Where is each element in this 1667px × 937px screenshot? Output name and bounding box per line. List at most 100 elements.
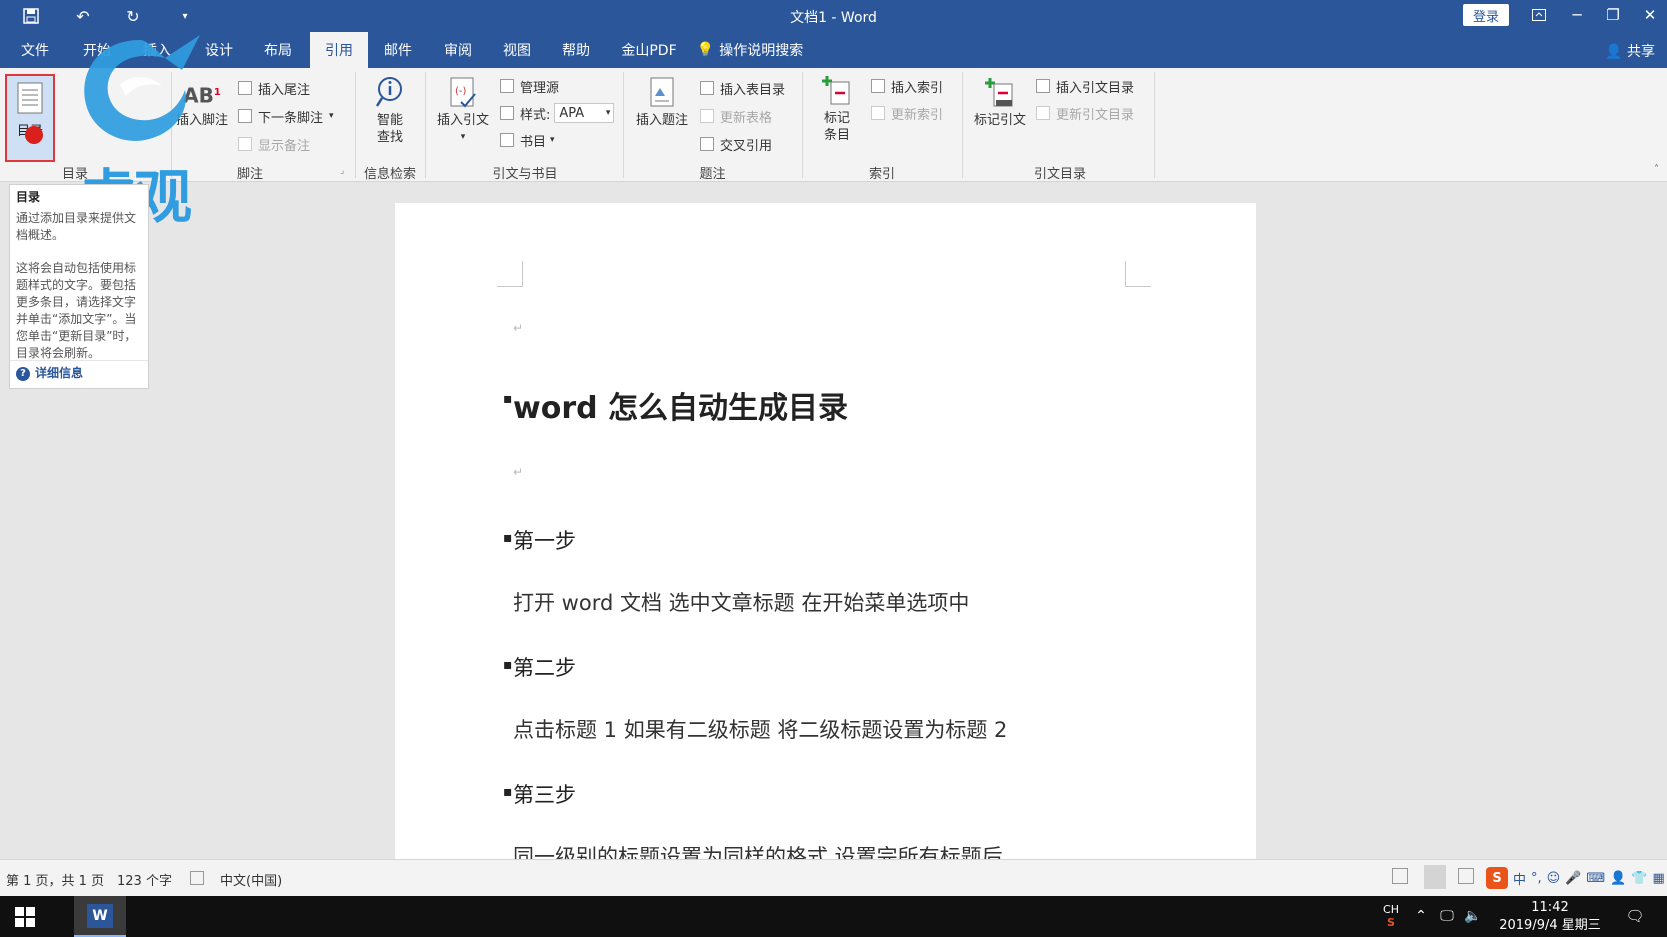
bibliography-button[interactable]: 书目 ▾: [500, 129, 555, 151]
login-button[interactable]: 登录: [1463, 4, 1509, 26]
windows-start-icon[interactable]: [8, 904, 42, 930]
tab-kingsoft-pdf[interactable]: 金山PDF: [615, 32, 683, 68]
group-label-index: 索引: [868, 167, 895, 182]
update-table-button[interactable]: 更新表格: [700, 105, 772, 127]
system-clock[interactable]: 11:42 2019/9/4 星期三: [1490, 899, 1610, 935]
cross-reference-button[interactable]: 交叉引用: [700, 133, 772, 155]
tell-me-label: 操作说明搜索: [719, 43, 804, 59]
status-bar: 第 1 页，共 1 页 123 个字 中文(中国) S 中 °, ☺ 🎤 ⌨ 👤…: [0, 859, 1667, 896]
user-icon: 👤: [1610, 870, 1627, 886]
close-icon[interactable]: ✕: [1634, 3, 1666, 27]
keyboard-icon: ⌨: [1586, 870, 1606, 886]
tab-mailings[interactable]: 邮件: [373, 32, 423, 68]
insert-caption-icon: [650, 77, 674, 107]
mark-citation-icon: [985, 78, 1013, 107]
window-title: 文档1 - Word: [790, 10, 877, 26]
insert-table-of-authorities-button[interactable]: 插入引文目录: [1036, 75, 1134, 97]
insert-citation-button[interactable]: (-) 插入引文 ▾: [433, 76, 493, 146]
show-hidden-icons-icon[interactable]: ⌃: [1410, 904, 1432, 928]
tooltip-more-label: 详细信息: [35, 366, 84, 380]
web-layout-icon[interactable]: [1458, 868, 1474, 884]
show-notes-button[interactable]: 显示备注: [238, 133, 310, 155]
language[interactable]: 中文(中国): [220, 870, 282, 889]
update-index-button[interactable]: 更新索引: [871, 102, 943, 124]
separator: [1154, 72, 1155, 178]
restore-icon[interactable]: ❐: [1597, 3, 1629, 27]
person-icon: 👤: [1605, 44, 1623, 60]
tell-me-search[interactable]: 💡 操作说明搜索: [695, 32, 805, 68]
mark-entry-button[interactable]: 标记 条目: [812, 74, 862, 144]
empty-paragraph-mark: ↵: [513, 321, 524, 335]
insert-index-icon: [871, 79, 885, 93]
volume-icon[interactable]: 🔈: [1462, 904, 1484, 928]
cross-reference-label: 交叉引用: [720, 138, 773, 154]
heading-step-3-text: 第三步: [513, 783, 576, 807]
separator: [355, 72, 356, 178]
word-count[interactable]: 123 个字: [117, 870, 172, 889]
chevron-down-icon: ▾: [605, 108, 611, 118]
document-page[interactable]: ↵ ▪ word 怎么自动生成目录 ↵ ▪ 第一步 打开 word 文档 选中文章标…: [395, 203, 1256, 859]
insert-caption-label: 插入题注: [635, 113, 688, 128]
read-mode-icon[interactable]: [1392, 868, 1408, 884]
manage-sources-button[interactable]: 管理源: [500, 75, 559, 97]
style-value-text: APA: [559, 105, 585, 121]
tab-file[interactable]: 文件: [10, 32, 60, 68]
insert-index-button[interactable]: 插入索引: [871, 75, 943, 97]
network-icon[interactable]: 🖵: [1436, 904, 1458, 928]
tab-help[interactable]: 帮助: [551, 32, 601, 68]
tab-layout[interactable]: 布局: [253, 32, 303, 68]
show-notes-icon: [238, 137, 252, 151]
manage-sources-label: 管理源: [520, 80, 560, 96]
next-footnote-icon: [238, 109, 252, 123]
proofing-icon[interactable]: [190, 871, 204, 885]
citation-style-select[interactable]: 样式: APA ▾: [500, 102, 615, 124]
insert-caption-button[interactable]: 插入题注: [632, 76, 692, 129]
insert-citation-icon: (-): [450, 77, 476, 108]
group-label-citations: 引文与书目: [492, 167, 558, 182]
update-toa-label: 更新引文目录: [1056, 107, 1135, 123]
input-language-label: CH: [1383, 903, 1399, 916]
collapse-ribbon-icon[interactable]: ˄: [1654, 164, 1659, 175]
smart-lookup-button[interactable]: 智能 查找: [365, 76, 415, 146]
heading-step-3: ▪ 第三步: [503, 783, 576, 807]
emoji-icon: ☺: [1546, 870, 1561, 886]
share-button[interactable]: 👤 共享: [1605, 41, 1655, 61]
page-count[interactable]: 第 1 页，共 1 页: [6, 870, 104, 889]
dialog-launcher-icon[interactable]: ⌟: [340, 166, 344, 176]
action-center-icon[interactable]: 🗨: [1622, 904, 1648, 928]
mark-entry-label-2: 条目: [823, 128, 850, 143]
input-language-indicator[interactable]: CH S: [1378, 898, 1404, 934]
separator: [623, 72, 624, 178]
smart-lookup-label-1: 智能: [376, 113, 403, 128]
style-value[interactable]: APA ▾: [554, 103, 615, 123]
word-taskbar-icon[interactable]: W: [74, 896, 126, 937]
minimize-icon[interactable]: ─: [1561, 3, 1593, 27]
tab-view[interactable]: 视图: [492, 32, 542, 68]
mark-citation-button[interactable]: 标记引文: [970, 76, 1030, 129]
document-title-text: word 怎么自动生成目录: [513, 391, 849, 426]
table-of-contents-button[interactable]: 目录: [5, 74, 55, 162]
tab-references[interactable]: 引用: [310, 32, 368, 68]
insert-table-of-figures-button[interactable]: 插入表目录: [700, 77, 785, 99]
bibliography-icon: [500, 133, 514, 147]
insert-index-label: 插入索引: [891, 80, 944, 96]
next-footnote-button[interactable]: 下一条脚注 ▾: [238, 105, 334, 127]
bibliography-label: 书目: [520, 134, 547, 150]
style-label: 样式:: [520, 107, 551, 123]
insert-endnote-button[interactable]: 插入尾注: [238, 77, 310, 99]
tooltip-more-info-link[interactable]: ? 详细信息: [16, 365, 83, 382]
cross-reference-icon: [700, 137, 714, 151]
skin-icon: 👕: [1631, 870, 1648, 886]
tooltip-title: 目录: [16, 190, 41, 204]
ribbon-display-options-icon[interactable]: [1523, 3, 1555, 27]
group-label-footnotes: 脚注: [236, 167, 263, 182]
watermark-swirl-icon: [84, 35, 200, 141]
ime-toolbar[interactable]: S 中 °, ☺ 🎤 ⌨ 👤 👕 ▦: [1486, 865, 1666, 891]
update-table-of-authorities-button[interactable]: 更新引文目录: [1036, 102, 1134, 124]
group-label-captions: 题注: [699, 167, 726, 182]
print-layout-icon[interactable]: [1424, 865, 1446, 889]
tab-review[interactable]: 审阅: [433, 32, 483, 68]
next-footnote-label: 下一条脚注: [258, 110, 324, 126]
paragraph-step-1: 打开 word 文档 选中文章标题 在开始菜单选项中: [513, 591, 970, 615]
heading-step-1: ▪ 第一步: [503, 529, 576, 553]
